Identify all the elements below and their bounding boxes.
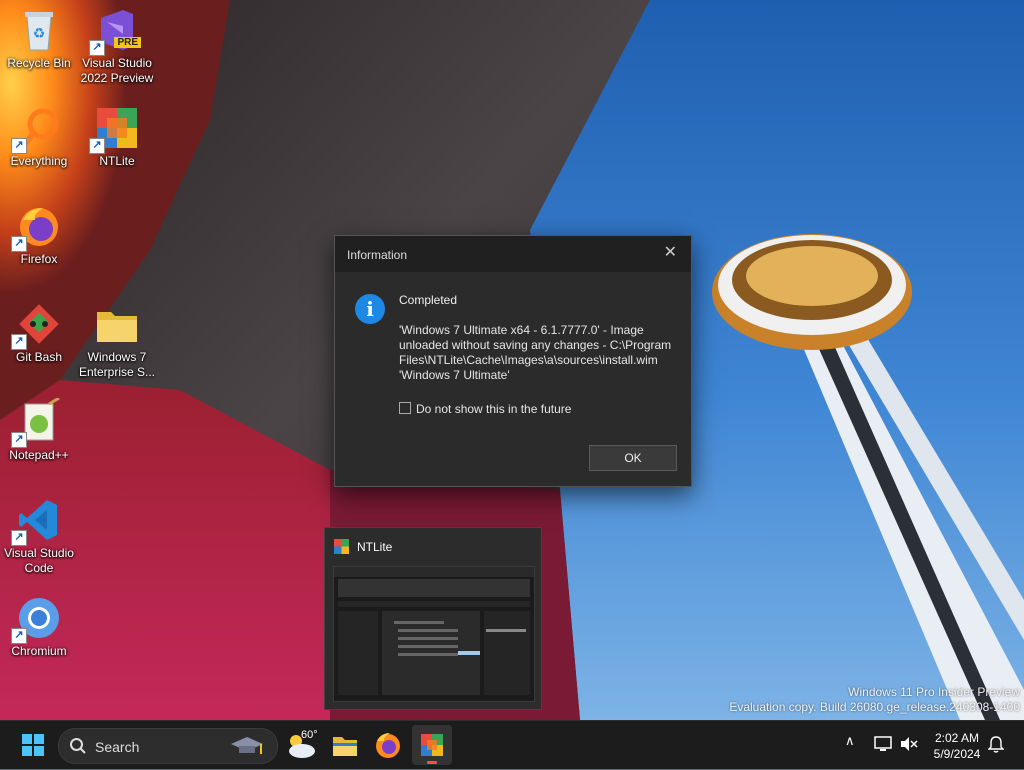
preview-badge: PRE	[114, 37, 141, 48]
taskbar-file-explorer[interactable]	[325, 725, 365, 765]
evaluation-watermark: Windows 11 Pro Insider Preview Evaluatio…	[729, 685, 1020, 714]
taskbar-search-box[interactable]: Search	[58, 728, 278, 764]
checkbox-label: Do not show this in the future	[416, 402, 572, 416]
desktop-icon-visual-studio-2022-preview[interactable]: PRE ↗ Visual Studio 2022 Preview	[78, 0, 156, 86]
shortcut-arrow-icon: ↗	[89, 138, 105, 154]
show-hidden-icons-chevron-up-icon[interactable]: ∧	[845, 733, 855, 749]
do-not-show-option[interactable]: Do not show this in the future	[399, 402, 571, 416]
shortcut-arrow-icon: ↗	[89, 40, 105, 56]
desktop-icon-windows7-enterprise-folder[interactable]: Windows 7 Enterprise S...	[78, 294, 156, 380]
notepad-plus-plus-icon: ↗	[11, 396, 63, 448]
desktop-icon-label: Recycle Bin	[7, 56, 71, 70]
speaker-muted-icon[interactable]	[900, 736, 918, 752]
visual-studio-icon: PRE ↗	[89, 6, 141, 56]
dialog-message: 'Windows 7 Ultimate x64 - 6.1.7777.0' - …	[399, 323, 681, 383]
window-thumbnail	[333, 566, 535, 702]
file-explorer-icon	[333, 737, 357, 756]
shortcut-arrow-icon: ↗	[11, 138, 27, 154]
do-not-show-checkbox[interactable]	[399, 402, 411, 414]
notification-bell-icon[interactable]	[988, 736, 1004, 754]
desktop-icon-label: NTLite	[99, 154, 135, 168]
desktop-icon-git-bash[interactable]: ↗ Git Bash	[0, 294, 78, 365]
clock-date: 5/9/2024	[933, 747, 981, 761]
desktop-icon-ntlite[interactable]: ↗ NTLite	[78, 98, 156, 169]
ntlite-icon: ↗	[89, 104, 141, 154]
shortcut-arrow-icon: ↗	[11, 530, 27, 546]
desktop-icon-notepad-plus-plus[interactable]: ↗ Notepad++	[0, 392, 78, 463]
search-icon	[70, 738, 86, 754]
information-dialog: Information ✕ i Completed 'Windows 7 Ult…	[334, 235, 692, 487]
taskbar: Search 60° ∧ 2:02 AM 5/9/2024	[0, 720, 1024, 769]
taskbar-ntlite[interactable]	[412, 725, 452, 765]
dialog-heading: Completed	[399, 293, 458, 307]
search-placeholder: Search	[95, 739, 140, 755]
message-line: unloaded without saving any changes - C:…	[399, 338, 672, 352]
info-icon: i	[355, 294, 385, 324]
firefox-icon	[376, 733, 400, 758]
ntlite-taskbar-preview[interactable]: NTLite	[324, 527, 542, 710]
vscode-icon: ↗	[11, 496, 63, 546]
desktop-icon-everything[interactable]: ↗ Everything	[0, 98, 78, 169]
graduation-cap-icon	[231, 737, 263, 754]
desktop-icon-label: Everything	[10, 154, 68, 168]
ntlite-icon	[421, 734, 443, 756]
folder-icon	[93, 300, 141, 348]
start-button[interactable]	[13, 725, 53, 765]
dialog-title: Information	[347, 248, 408, 262]
active-indicator	[427, 761, 437, 764]
svg-text:♻: ♻	[33, 25, 46, 41]
taskbar-firefox[interactable]	[368, 725, 408, 765]
system-clock[interactable]: 2:02 AM 5/9/2024	[920, 730, 994, 762]
shortcut-arrow-icon: ↗	[11, 432, 27, 448]
message-line: 'Windows 7 Ultimate'	[399, 368, 510, 382]
everything-search-icon: ↗	[11, 104, 63, 154]
shortcut-arrow-icon: ↗	[11, 236, 27, 252]
chromium-icon: ↗	[11, 594, 63, 644]
desktop-icon-label: Chromium	[11, 644, 67, 658]
shortcut-arrow-icon: ↗	[11, 334, 27, 350]
preview-title: NTLite	[357, 540, 393, 554]
firefox-icon: ↗	[11, 202, 63, 252]
desktop-icon-label: Notepad++	[9, 448, 69, 462]
weather-temperature: 60°	[301, 729, 318, 741]
desktop-icon-visual-studio-code[interactable]: ↗ Visual Studio Code	[0, 490, 78, 576]
desktop-icon-label: Visual Studio Code	[4, 546, 74, 575]
desktop-icon-recycle-bin[interactable]: ♻ Recycle Bin	[0, 0, 78, 71]
close-icon[interactable]: ✕	[664, 242, 677, 262]
desktop-icon-label: Windows 7 Enterprise S...	[78, 350, 156, 379]
shortcut-arrow-icon: ↗	[11, 628, 27, 644]
desktop-icon-label: Git Bash	[15, 350, 63, 364]
ntlite-icon	[334, 539, 349, 554]
dialog-titlebar[interactable]: Information ✕	[335, 236, 691, 272]
git-bash-icon: ↗	[11, 300, 63, 350]
network-icon[interactable]	[874, 736, 892, 752]
recycle-bin-icon: ♻	[15, 6, 63, 54]
desktop-icon-label: Visual Studio 2022 Preview	[80, 56, 154, 85]
desktop-icon-label: Firefox	[20, 252, 58, 266]
windows-start-icon	[22, 734, 44, 756]
message-line: Files\NTLite\Cache\Images\a\sources\inst…	[399, 353, 658, 367]
message-line: 'Windows 7 Ultimate x64 - 6.1.7777.0' - …	[399, 323, 644, 337]
desktop-icon-chromium[interactable]: ↗ Chromium	[0, 588, 78, 659]
clock-time: 2:02 AM	[934, 731, 980, 745]
desktop-icon-firefox[interactable]: ↗ Firefox	[0, 196, 78, 267]
ok-button[interactable]: OK	[589, 445, 677, 471]
